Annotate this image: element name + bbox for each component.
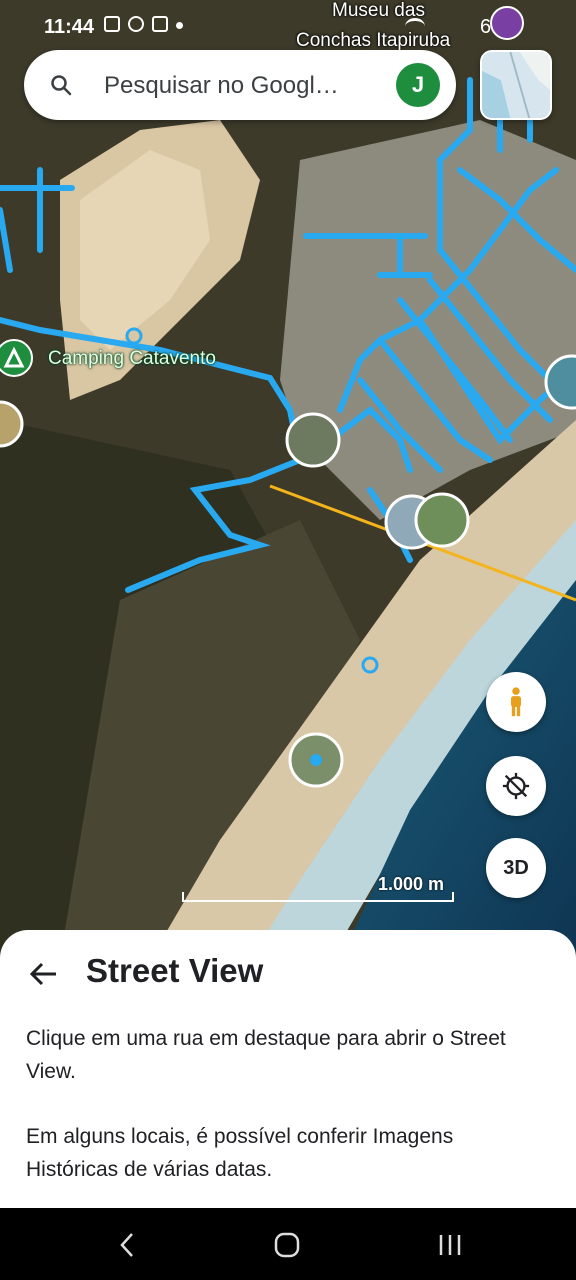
pegman-button[interactable] <box>486 672 546 732</box>
panel-historical-note: Em alguns locais, é possível conferir Im… <box>26 1125 454 1181</box>
map-scale: 1.000 m <box>182 870 454 904</box>
layers-button[interactable] <box>480 50 552 120</box>
pegman-icon <box>511 687 521 717</box>
nav-recents-icon[interactable] <box>438 1232 462 1258</box>
fan-icon <box>128 16 144 32</box>
3d-toggle-button[interactable]: 3D <box>486 838 546 898</box>
scale-bar <box>182 892 454 902</box>
map-label-museum-line1[interactable]: Museu das <box>332 0 425 22</box>
status-time: 11:44 <box>44 16 95 38</box>
search-icon <box>51 75 72 96</box>
account-avatar[interactable]: J <box>396 63 440 107</box>
search-input[interactable]: Pesquisar no Googl… <box>104 72 339 100</box>
calendar-icon <box>104 16 120 32</box>
map-user-marker <box>490 6 524 40</box>
system-nav-bar <box>0 1208 576 1280</box>
gallery-icon <box>152 16 168 32</box>
nav-home-icon[interactable] <box>274 1232 300 1258</box>
search-bar[interactable]: Pesquisar no Googl… J <box>24 50 456 120</box>
satellite-imagery <box>0 0 576 960</box>
map-view[interactable]: 11:44 68% Museu das Conchas Itapiruba Ca… <box>0 0 576 960</box>
map-label-camping[interactable]: Camping Catavento <box>48 348 216 370</box>
my-location-button[interactable] <box>486 756 546 816</box>
nav-back-icon[interactable] <box>118 1232 136 1258</box>
street-view-panel: Street View Clique em uma rua em destaqu… <box>0 930 576 1208</box>
panel-title: Street View <box>86 952 264 989</box>
status-bar: 11:44 68% <box>0 0 576 56</box>
map-thumbnail-icon <box>482 52 550 118</box>
location-off-icon <box>502 772 530 800</box>
notification-icons <box>104 16 183 32</box>
map-label-museum-line2[interactable]: Conchas Itapiruba <box>296 30 450 52</box>
panel-instructions: Clique em uma rua em destaque para abrir… <box>26 1027 506 1083</box>
more-notifications-icon <box>176 22 183 29</box>
back-arrow-icon[interactable] <box>28 958 60 990</box>
